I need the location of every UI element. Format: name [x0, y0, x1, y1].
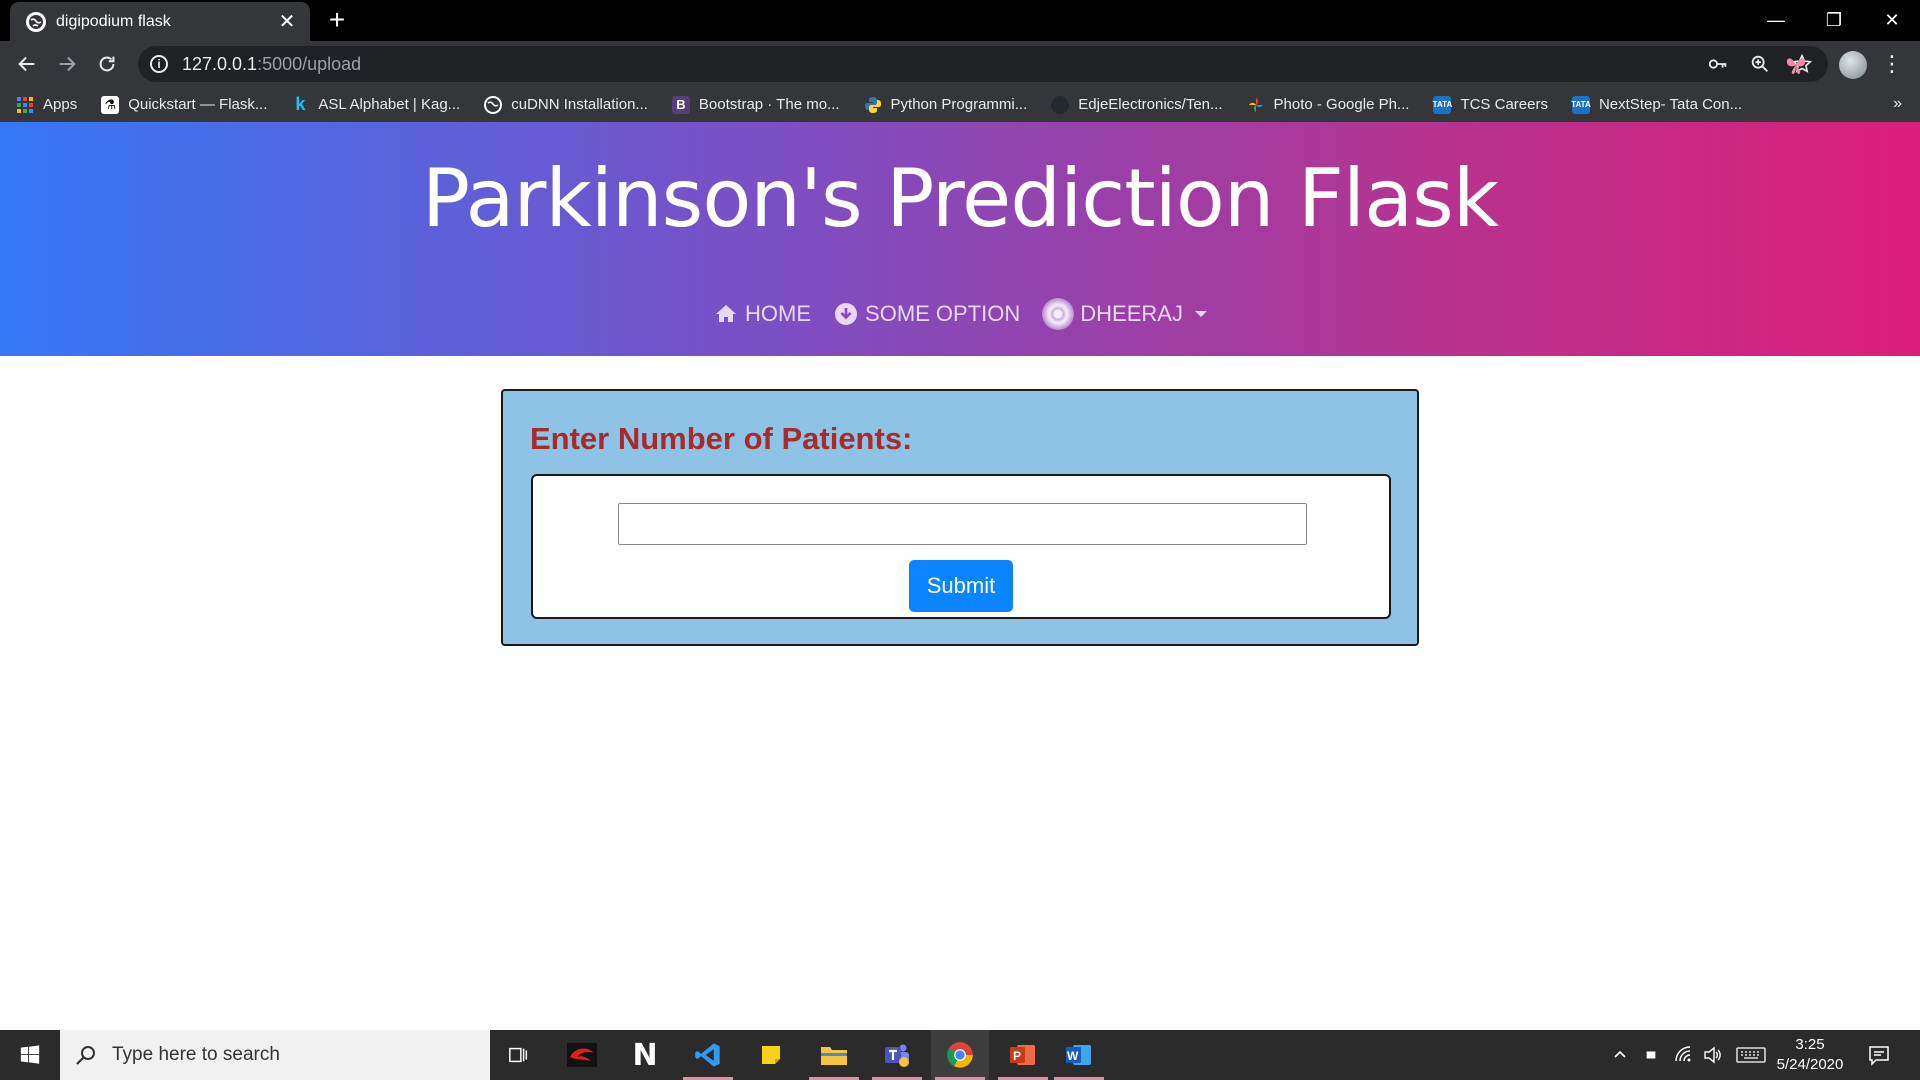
apps-grid-icon — [16, 96, 34, 114]
site-info-icon[interactable]: i — [150, 55, 168, 73]
bookmarks-bar: Apps ⚗ Quickstart — Flask... k ASL Alpha… — [0, 87, 1920, 122]
bookmark-nextstep[interactable]: TATA NextStep- Tata Con... — [1571, 95, 1742, 114]
user-avatar — [1042, 298, 1075, 330]
tab-strip: digipodium flask ✕ + — ❐ ✕ — [0, 0, 1920, 41]
vscode-icon[interactable] — [679, 1030, 737, 1080]
arrow-right-icon — [59, 56, 76, 72]
task-view-icon[interactable] — [490, 1030, 548, 1080]
arrow-down-circle-icon — [833, 301, 859, 327]
reload-button[interactable] — [92, 49, 122, 79]
file-explorer-icon[interactable] — [805, 1030, 863, 1080]
wifi-icon[interactable] — [1674, 1030, 1694, 1080]
key-icon[interactable] — [1706, 52, 1730, 76]
form-heading: Enter Number of Patients: — [530, 421, 913, 456]
main-nav: HOME SOME OPTION DHEERAJ — [0, 298, 1920, 330]
word-icon[interactable]: W — [1050, 1030, 1108, 1080]
patients-count-input[interactable] — [618, 503, 1307, 545]
reload-icon — [99, 56, 115, 72]
taskbar-search[interactable]: Type here to search — [60, 1030, 490, 1080]
app-red-icon[interactable] — [553, 1030, 611, 1080]
chrome-icon[interactable] — [931, 1030, 989, 1080]
show-hidden-icons-icon[interactable] — [1612, 1030, 1628, 1080]
start-button[interactable] — [0, 1030, 60, 1080]
browser-toolbar: i 127.0.0.1:5000/upload ⋮ — [0, 41, 1920, 87]
address-bar[interactable]: i 127.0.0.1:5000/upload — [138, 46, 1828, 82]
arrow-left-icon — [18, 56, 35, 72]
submit-button[interactable]: Submit — [909, 560, 1013, 612]
home-icon — [713, 301, 739, 327]
forward-button[interactable] — [52, 49, 82, 79]
kaggle-icon: k — [295, 94, 306, 114]
volume-icon[interactable] — [1702, 1030, 1722, 1080]
bootstrap-icon: B — [671, 95, 690, 114]
nav-home[interactable]: HOME — [713, 298, 811, 330]
new-tab-button[interactable]: + — [322, 6, 352, 36]
nav-user-dropdown[interactable]: DHEERAJ — [1042, 298, 1207, 330]
page-header: Parkinson's Prediction Flask HOME SOME O… — [0, 122, 1920, 356]
tab-title: digipodium flask — [56, 12, 171, 30]
bookmark-flask[interactable]: ⚗ Quickstart — Flask... — [101, 95, 267, 114]
flask-icon: ⚗ — [101, 95, 120, 114]
bookmark-github[interactable]: EdjeElectronics/Ten... — [1051, 95, 1223, 114]
taskbar: Type here to search N P W 3:25 5/24/2020 — [0, 1030, 1920, 1080]
sticky-notes-icon[interactable] — [742, 1030, 800, 1080]
more-bookmarks-icon[interactable]: » — [1893, 95, 1902, 113]
tata-icon: TATA — [1571, 95, 1591, 114]
zoom-icon[interactable] — [1748, 52, 1772, 76]
close-window-button[interactable]: ✕ — [1864, 0, 1920, 41]
teams-icon[interactable] — [868, 1030, 926, 1080]
url-text: 127.0.0.1:5000/upload — [182, 53, 362, 74]
caret-down-icon — [1194, 311, 1207, 317]
svg-text:P: P — [1013, 1049, 1021, 1063]
tata-icon: TATA — [1433, 95, 1452, 114]
restore-button[interactable]: ❐ — [1806, 0, 1862, 41]
google-photos-icon — [1247, 96, 1265, 114]
bookmark-tcs-careers[interactable]: TATA TCS Careers — [1433, 95, 1548, 114]
profile-avatar[interactable] — [1839, 51, 1867, 79]
usb-drive-icon[interactable] — [1644, 1030, 1658, 1080]
python-icon — [864, 96, 882, 114]
bookmark-apps[interactable]: Apps — [16, 96, 77, 114]
bookmark-bootstrap[interactable]: B Bootstrap · The mo... — [671, 95, 840, 114]
nav-some-option[interactable]: SOME OPTION — [833, 298, 1020, 330]
close-tab-icon[interactable]: ✕ — [276, 9, 298, 34]
github-icon — [1051, 95, 1070, 114]
menu-kebab-icon[interactable]: ⋮ — [1880, 51, 1904, 79]
back-button[interactable] — [12, 49, 42, 79]
notion-like-app-icon[interactable]: N — [616, 1030, 674, 1080]
form-body: Submit — [531, 474, 1391, 619]
butterfly-extension-icon[interactable] — [1784, 54, 1808, 76]
bookmark-kaggle[interactable]: k ASL Alphabet | Kag... — [291, 94, 460, 114]
patients-form-card: Enter Number of Patients: Submit — [501, 389, 1419, 646]
minimize-button[interactable]: — — [1748, 0, 1804, 41]
bookmark-python[interactable]: Python Programmi... — [864, 96, 1027, 114]
browser-tab[interactable]: digipodium flask ✕ — [10, 2, 310, 41]
notifications-icon[interactable] — [1868, 1030, 1890, 1080]
windows-logo-icon — [20, 1045, 40, 1064]
bookmark-cudnn[interactable]: cuDNN Installation... — [484, 95, 648, 114]
taskbar-clock[interactable]: 3:25 5/24/2020 — [1760, 1035, 1860, 1075]
search-icon — [76, 1046, 95, 1065]
svg-text:W: W — [1067, 1049, 1079, 1063]
powerpoint-icon[interactable]: P — [994, 1030, 1052, 1080]
page-title: Parkinson's Prediction Flask — [421, 152, 1499, 245]
globe-icon — [26, 11, 46, 32]
bookmark-google-photos[interactable]: Photo - Google Ph... — [1247, 96, 1409, 114]
globe-icon — [484, 95, 503, 114]
